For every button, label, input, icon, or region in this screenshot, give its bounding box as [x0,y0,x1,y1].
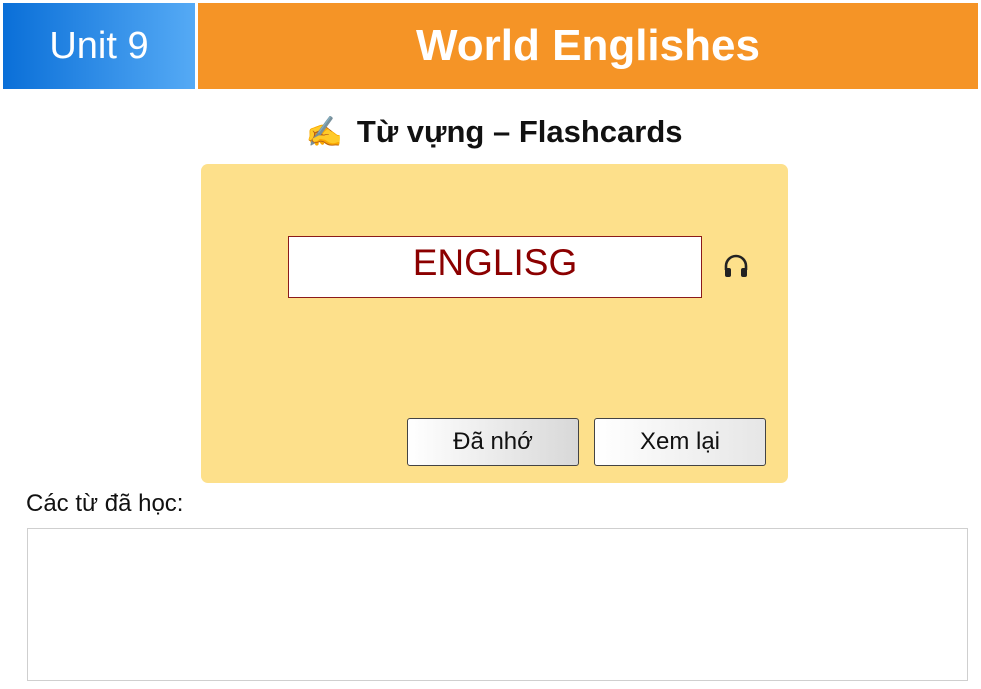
review-button[interactable]: Xem lại [594,418,766,466]
headphones-icon[interactable] [719,250,753,284]
flashcard-word[interactable]: ENGLISG [288,236,702,298]
learned-words-list [27,528,968,681]
unit-header: Unit 9 World Englishes [3,3,978,89]
unit-title: World Englishes [198,3,978,89]
writing-hand-icon: ✍️ [305,115,343,149]
remembered-button[interactable]: Đã nhớ [407,418,579,466]
section-heading: ✍️ Từ vựng – Flashcards [0,112,981,152]
section-title: Từ vựng – Flashcards [356,114,683,149]
learned-words-label: Các từ đã học: [26,490,184,517]
unit-number-badge: Unit 9 [3,3,195,89]
flashcard: ENGLISG Đã nhớ Xem lại [201,164,788,483]
